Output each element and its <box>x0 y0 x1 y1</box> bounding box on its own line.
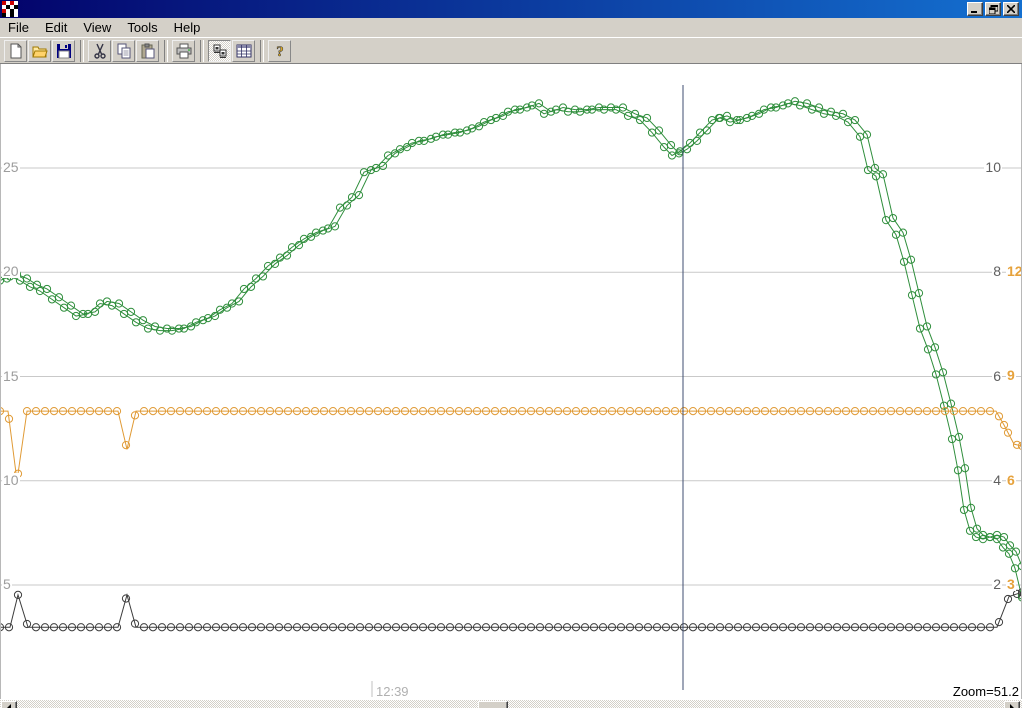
orange-axis-tick-label: 6 <box>1006 473 1016 487</box>
horizontal-scrollbar[interactable] <box>0 699 1022 708</box>
right-axis-tick-label: 2 <box>992 577 1002 591</box>
right-axis-tick-label: 6 <box>992 369 1002 383</box>
chart-canvas[interactable] <box>0 64 1022 699</box>
menu-item-view[interactable]: View <box>75 18 119 37</box>
cut-icon <box>92 43 108 59</box>
help-button[interactable]: ? <box>268 40 291 62</box>
open-folder-button[interactable] <box>28 40 51 62</box>
minimize-icon <box>971 5 979 13</box>
menu-item-edit[interactable]: Edit <box>37 18 75 37</box>
series-dark <box>0 589 1022 631</box>
toolbar: ? <box>0 37 1022 64</box>
copy-button[interactable] <box>112 40 135 62</box>
series-green-a <box>0 100 1022 601</box>
copy-icon <box>116 43 132 59</box>
orange-axis-tick-label: 3 <box>1006 577 1016 591</box>
app-window: 25201510510864212963 12:39 Zoom=51.2 <box>0 0 1022 708</box>
menu-item-file[interactable]: File <box>0 18 37 37</box>
scroll-left-button[interactable] <box>1 701 17 708</box>
restore-icon <box>989 5 998 14</box>
menu-item-help[interactable]: Help <box>166 18 209 37</box>
right-axis-tick-label: 4 <box>992 473 1002 487</box>
open-folder-icon <box>32 43 48 59</box>
cut-button[interactable] <box>88 40 111 62</box>
series-green-b <box>3 98 1022 599</box>
menubar: File Edit View Tools Help <box>0 18 1022 37</box>
left-axis-tick-label: 10 <box>2 473 20 487</box>
svg-text:?: ? <box>276 44 284 59</box>
left-axis-tick-label: 20 <box>2 264 20 278</box>
paste-button[interactable] <box>136 40 159 62</box>
window-left-edge <box>0 64 1 708</box>
restore-button[interactable] <box>985 2 1001 16</box>
paste-icon <box>140 43 156 59</box>
left-axis-tick-label: 5 <box>2 577 12 591</box>
new-document-button[interactable] <box>4 40 27 62</box>
save-button[interactable] <box>52 40 75 62</box>
chart-view-button[interactable] <box>208 40 231 62</box>
right-axis-tick-label: 8 <box>992 264 1002 278</box>
table-view-icon <box>236 43 252 59</box>
gridlines <box>0 168 1022 585</box>
right-axis-tick-label: 10 <box>984 160 1002 174</box>
series-orange <box>0 408 1022 481</box>
minimize-button[interactable] <box>967 2 983 16</box>
help-icon: ? <box>272 43 288 59</box>
chart-view-icon <box>212 43 228 59</box>
chart-svg <box>0 64 1022 699</box>
left-axis-tick-label: 15 <box>2 369 20 383</box>
toolbar-separator <box>200 40 204 62</box>
checkered-flag-icon <box>2 1 18 17</box>
scroll-right-icon <box>1010 704 1018 708</box>
titlebar[interactable] <box>0 0 1022 18</box>
time-axis-label: 12:39 <box>376 684 409 699</box>
print-icon <box>176 43 192 59</box>
menu-item-tools[interactable]: Tools <box>119 18 165 37</box>
table-view-button[interactable] <box>232 40 255 62</box>
orange-axis-tick-label: 12 <box>1006 264 1022 278</box>
print-button[interactable] <box>172 40 195 62</box>
scrollbar-thumb[interactable] <box>478 701 508 708</box>
orange-axis-tick-label: 9 <box>1006 368 1016 382</box>
close-button[interactable] <box>1003 2 1019 16</box>
save-icon <box>56 43 72 59</box>
scroll-left-icon <box>3 704 11 708</box>
zoom-status-label: Zoom=51.2 <box>953 684 1019 699</box>
toolbar-separator <box>80 40 84 62</box>
left-axis-tick-label: 25 <box>2 160 20 174</box>
new-document-icon <box>8 43 24 59</box>
toolbar-separator <box>260 40 264 62</box>
close-icon <box>1007 5 1015 13</box>
scroll-right-button[interactable] <box>1004 701 1020 708</box>
toolbar-separator <box>164 40 168 62</box>
